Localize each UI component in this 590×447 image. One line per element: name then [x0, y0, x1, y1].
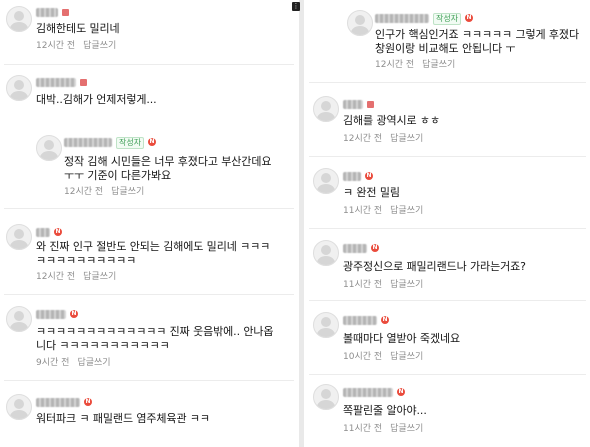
divider [309, 82, 586, 83]
avatar[interactable] [6, 224, 32, 250]
reply-button[interactable]: 답글쓰기 [390, 280, 423, 290]
comment-text: 인구가 핵심인거죠 ㅋㅋㅋㅋㅋ 그렇게 후졌다 창원이랑 비교해도 안됩니다 ㅜ [375, 28, 579, 55]
avatar[interactable] [6, 75, 32, 101]
nickname-blurred[interactable] [36, 398, 80, 407]
divider [309, 300, 586, 301]
comment-meta: 12시간 전 답글쓰기 [64, 187, 144, 198]
nickname-blurred[interactable] [36, 310, 66, 319]
reply-button[interactable]: 답글쓰기 [111, 187, 144, 197]
reply-button[interactable]: 답글쓰기 [390, 206, 423, 216]
comment-time: 12시간 전 [343, 134, 383, 144]
nickname-blurred[interactable] [375, 14, 429, 23]
n-badge-icon: N [84, 398, 92, 406]
nickname-blurred[interactable] [64, 138, 112, 147]
comment-time: 9시간 전 [36, 358, 70, 368]
avatar[interactable] [313, 240, 339, 266]
column-divider [299, 0, 304, 447]
comment-meta: 12시간 전 답글쓰기 [36, 41, 116, 52]
comment-meta: 9시간 전 답글쓰기 [36, 358, 111, 369]
comment-time: 11시간 전 [343, 424, 383, 434]
comment-text: 정작 김해 시민들은 너무 후졌다고 부산간데요 ㅜㅜ 기준이 다른가봐요 [64, 155, 272, 182]
comment-meta: 10시간 전 답글쓰기 [343, 352, 423, 363]
n-badge-icon: N [54, 228, 62, 236]
reply-button[interactable]: 답글쓰기 [390, 424, 423, 434]
comment-text: 대박..김해가 언제저렇게... [36, 93, 157, 106]
avatar[interactable] [313, 96, 339, 122]
nickname-blurred[interactable] [36, 228, 50, 237]
reply-button[interactable]: 답글쓰기 [83, 272, 116, 282]
avatar[interactable] [313, 384, 339, 410]
comment-meta: 12시간 전 답글쓰기 [375, 60, 455, 71]
avatar[interactable] [347, 10, 373, 36]
reply-button[interactable]: 답글쓰기 [422, 60, 455, 70]
divider [309, 228, 586, 229]
author-badge: 작성자 [116, 137, 145, 149]
comment-text: 볼때마다 열받아 죽겠네요 [343, 332, 461, 345]
comment-text: 쪽팔린줄 알아야... [343, 404, 427, 417]
comment-time: 11시간 전 [343, 206, 383, 216]
nickname-blurred[interactable] [343, 388, 393, 397]
avatar[interactable] [6, 306, 32, 332]
avatar[interactable] [36, 135, 62, 161]
divider [4, 294, 294, 295]
divider [4, 208, 294, 209]
n-badge-icon: N [148, 138, 156, 146]
n-badge-icon: N [381, 316, 389, 324]
comment-meta: 11시간 전 답글쓰기 [343, 206, 423, 217]
nickname-blurred[interactable] [343, 316, 377, 325]
nickname-blurred[interactable] [343, 100, 363, 109]
comment-text: 와 진짜 인구 절반도 안되는 김해에도 밀리네 ㅋㅋㅋ ㅋㅋㅋㅋㅋㅋㅋㅋㅋㅋ [36, 240, 271, 267]
n-badge-icon: N [465, 14, 473, 22]
avatar[interactable] [313, 312, 339, 338]
divider [4, 64, 294, 65]
n-badge-icon: N [397, 388, 405, 396]
comment-time: 10시간 전 [343, 352, 383, 362]
reply-button[interactable]: 답글쓰기 [390, 134, 423, 144]
n-badge-icon: N [371, 244, 379, 252]
nickname-blurred[interactable] [343, 244, 367, 253]
nickname-blurred[interactable] [36, 78, 76, 87]
comment-time: 12시간 전 [36, 272, 76, 282]
comment-text: 김해한테도 밀리네 [36, 22, 120, 35]
comment-time: 12시간 전 [36, 41, 76, 51]
avatar[interactable] [6, 6, 32, 32]
reply-button[interactable]: 답글쓰기 [390, 352, 423, 362]
nickname-blurred[interactable] [36, 8, 58, 17]
more-options-icon[interactable]: ⋮ [292, 2, 300, 11]
avatar[interactable] [313, 168, 339, 194]
comment-text: ㅋ 완전 밀림 [343, 186, 400, 199]
comment-column-right: ⋮ 작성자 N 인구가 핵심인거죠 ㅋㅋㅋㅋㅋ 그렇게 후졌다 창원이랑 비교해… [292, 0, 590, 447]
user-level-icon [367, 101, 374, 108]
divider [4, 380, 294, 381]
n-badge-icon: N [365, 172, 373, 180]
nickname-blurred[interactable] [343, 172, 361, 181]
reply-button[interactable]: 답글쓰기 [83, 41, 116, 51]
divider [309, 156, 586, 157]
reply-button[interactable]: 답글쓰기 [77, 358, 110, 368]
comment-meta: 11시간 전 답글쓰기 [343, 424, 423, 435]
divider [309, 374, 586, 375]
comment-text: 광주정신으로 패밀리랜드나 가라는거죠? [343, 260, 526, 273]
user-level-icon [62, 9, 69, 16]
comment-text: ㅋㅋㅋㅋㅋㅋㅋㅋㅋㅋㅋㅋㅋ 진짜 웃음밖에.. 안나옵 니다 ㅋㅋㅋㅋㅋㅋㅋㅋㅋ… [36, 325, 274, 352]
comment-text: 김해를 광역시로 ㅎㅎ [343, 114, 440, 127]
comment-meta: 11시간 전 답글쓰기 [343, 280, 423, 291]
comment-meta: 12시간 전 답글쓰기 [36, 272, 116, 283]
comment-meta: 12시간 전 답글쓰기 [343, 134, 423, 145]
comment-column-left: 김해한테도 밀리네 12시간 전 답글쓰기 대박..김해가 언제저렇게... 작성… [0, 0, 298, 447]
n-badge-icon: N [70, 310, 78, 318]
comment-time: 12시간 전 [375, 60, 415, 70]
avatar[interactable] [6, 394, 32, 420]
author-badge: 작성자 [433, 13, 462, 25]
comment-time: 12시간 전 [64, 187, 104, 197]
comment-time: 11시간 전 [343, 280, 383, 290]
user-level-icon [80, 79, 87, 86]
comment-text: 워터파크 ㅋ 패밀랜드 염주체육관 ㅋㅋ [36, 412, 210, 425]
